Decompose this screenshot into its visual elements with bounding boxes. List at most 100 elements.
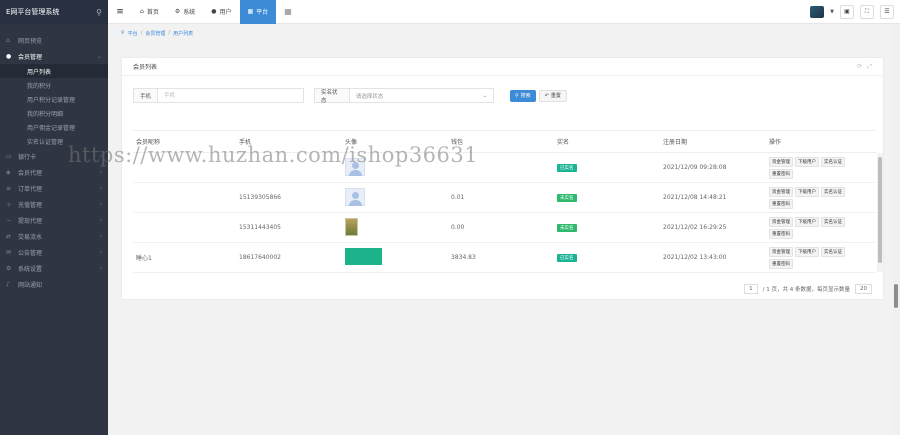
sidebar: E网平台管理系统 ⚲ ⌂ 网页预览 ● 会员管理 ⌄ 用户列表 我的积分 用户积分记录… [0,0,108,435]
page-size-select[interactable]: 20 [855,284,872,294]
chevron-down-icon: ⌄ [482,92,487,99]
tab-system[interactable]: ⚙ 系统 [167,0,203,24]
order-icon: ≡ [6,184,12,192]
location-icon: ⚲ [121,30,125,36]
search-button[interactable]: ⚲ 搜索 [510,89,536,102]
realname-button[interactable]: 实名认证 [821,246,845,257]
scrollbar-thumb[interactable] [894,284,898,308]
sidebar-item-order-agent[interactable]: ≡ 订单代理 › [0,180,108,196]
card-icon: ▭ [6,152,12,160]
settings-icon: ⚙ [6,264,12,272]
status-select[interactable]: 请选择状态 ⌄ [350,89,493,102]
table-scrollbar[interactable] [877,153,883,272]
subordinate-button[interactable]: 下级用户 [795,246,819,257]
flow-icon: ⇄ [6,232,12,240]
chevron-icon: › [99,232,102,240]
reset-button[interactable]: ↶ 重置 [538,89,567,102]
sidebar-subitem-points-detail[interactable]: 我的积分明细 [0,106,108,120]
tab-platform[interactable]: ▦ 平台 [239,0,277,24]
tab-home[interactable]: ⌂ 首页 [132,0,167,24]
avatar[interactable] [345,248,382,265]
breadcrumb-item[interactable]: 用户列表 [173,30,193,37]
phone-input[interactable] [158,89,299,102]
user-icon: ● [6,52,12,60]
chevron-icon: › [99,168,102,176]
sidebar-item-notify[interactable]: ♪ 网站通知 [0,276,108,292]
chevron-icon: › [99,200,102,208]
top-right-tools: ▼ ▣ ⛶ ☰ [810,4,900,19]
sidebar-item-settings[interactable]: ⚙ 系统设置 › [0,260,108,276]
lock-icon[interactable]: ⚲ [96,8,102,17]
scrollbar-thumb[interactable] [878,157,882,263]
chevron-icon: › [99,216,102,224]
more-menu-icon[interactable]: ☰ [880,4,894,19]
sidebar-subitem-commission-records[interactable]: 用户佣金记录管理 [0,120,108,134]
subordinate-button[interactable]: 下级用户 [795,186,819,197]
pagination: 1 / 1 页，共 4 条数据，每页显示数量 20 [744,284,872,294]
app-title: E网平台管理系统 [6,8,60,16]
status-badge: 已实名 [557,253,577,262]
subordinate-button[interactable]: 下级用户 [795,156,819,167]
chevron-icon: › [99,264,102,272]
notice-icon: ✉ [6,248,12,256]
realname-button[interactable]: 实名认证 [821,216,845,227]
menu-toggle-icon[interactable]: ≡ [108,7,132,17]
search-icon: ⚲ [515,92,519,99]
lock-screen-icon[interactable]: ▣ [840,4,854,19]
top-bar: ≡ ⌂ 首页 ⚙ 系统 ● 用户 ▦ 平台 ▦ ▼ ▣ ⛶ ☰ [108,0,900,24]
sidebar-item-preview[interactable]: ⌂ 网页预览 [0,32,108,48]
tab-user[interactable]: ● 用户 [203,0,239,24]
refresh-icon[interactable]: ⟳ [857,63,862,71]
avatar[interactable] [345,187,365,206]
funds-button[interactable]: 资金管理 [769,186,793,197]
recharge-icon: ＋ [6,201,13,209]
expand-icon[interactable]: ⤢ [867,63,872,71]
reset-password-button[interactable]: 重置密码 [769,228,793,239]
grid-icon: ▦ [247,8,254,15]
chevron-icon: › [99,184,102,192]
withdraw-icon: － [6,217,13,225]
funds-button[interactable]: 资金管理 [769,246,793,257]
sidebar-item-flow[interactable]: ⇄ 交易流水 › [0,228,108,244]
home-icon: ⌂ [6,36,10,44]
funds-button[interactable]: 资金管理 [769,216,793,227]
sidebar-subitem-my-points[interactable]: 我的积分 [0,78,108,92]
status-badge: 未实名 [557,223,577,232]
avatar[interactable] [345,217,358,236]
reset-password-button[interactable]: 重置密码 [769,168,793,179]
watermark: https://www.huzhan.com/ishop36631 [68,143,479,167]
breadcrumb-item[interactable]: 平台 [128,30,138,37]
sidebar-item-members[interactable]: ● 会员管理 ⌄ [0,48,108,64]
user-icon: ● [211,8,217,15]
sidebar-item-withdraw[interactable]: －提现代理 › [0,212,108,228]
avatar[interactable] [810,5,825,18]
sidebar-subitem-points-records[interactable]: 用户积分记录管理 [0,92,108,106]
phone-filter: 手机 [133,88,304,103]
caret-down-icon[interactable]: ▼ [830,9,834,15]
funds-button[interactable]: 资金管理 [769,156,793,167]
table-row: 15139305866 0.01 未实名 2021/12/08 14:48:21… [133,183,876,213]
fullscreen-icon[interactable]: ⛶ [860,4,874,19]
apps-grid-icon[interactable]: ▦ [276,7,300,16]
sidebar-item-notice[interactable]: ✉ 公告管理 › [0,244,108,260]
home-icon: ⌂ [140,8,144,15]
reset-password-button[interactable]: 重置密码 [769,198,793,209]
breadcrumb: ⚲ 平台 / 会员管理 / 用户列表 [121,30,194,37]
status-badge: 已实名 [557,163,577,172]
sidebar-item-recharge[interactable]: ＋充值管理 › [0,196,108,212]
chevron-down-icon: ⌄ [96,52,102,60]
realname-button[interactable]: 实名认证 [821,156,845,167]
reset-password-button[interactable]: 重置密码 [769,258,793,269]
reset-icon: ↶ [544,92,549,99]
page-number[interactable]: 1 [744,284,758,294]
table-row: 睡心1 18617640002 3834.83 已实名 2021/12/02 1… [133,243,876,273]
status-filter: 实名状态 请选择状态 ⌄ [314,88,494,104]
subordinate-button[interactable]: 下级用户 [795,216,819,227]
page-summary: / 1 页，共 4 条数据，每页显示数量 [762,287,850,293]
breadcrumb-item[interactable]: 会员管理 [145,30,165,37]
realname-button[interactable]: 实名认证 [821,186,845,197]
page-scrollbar[interactable] [893,24,900,435]
sidebar-subitem-user-list[interactable]: 用户列表 [0,64,108,78]
filter-bar: 手机 实名状态 请选择状态 ⌄ ⚲搜索 ↶重置 [133,88,567,104]
agent-icon: ◈ [6,168,11,176]
